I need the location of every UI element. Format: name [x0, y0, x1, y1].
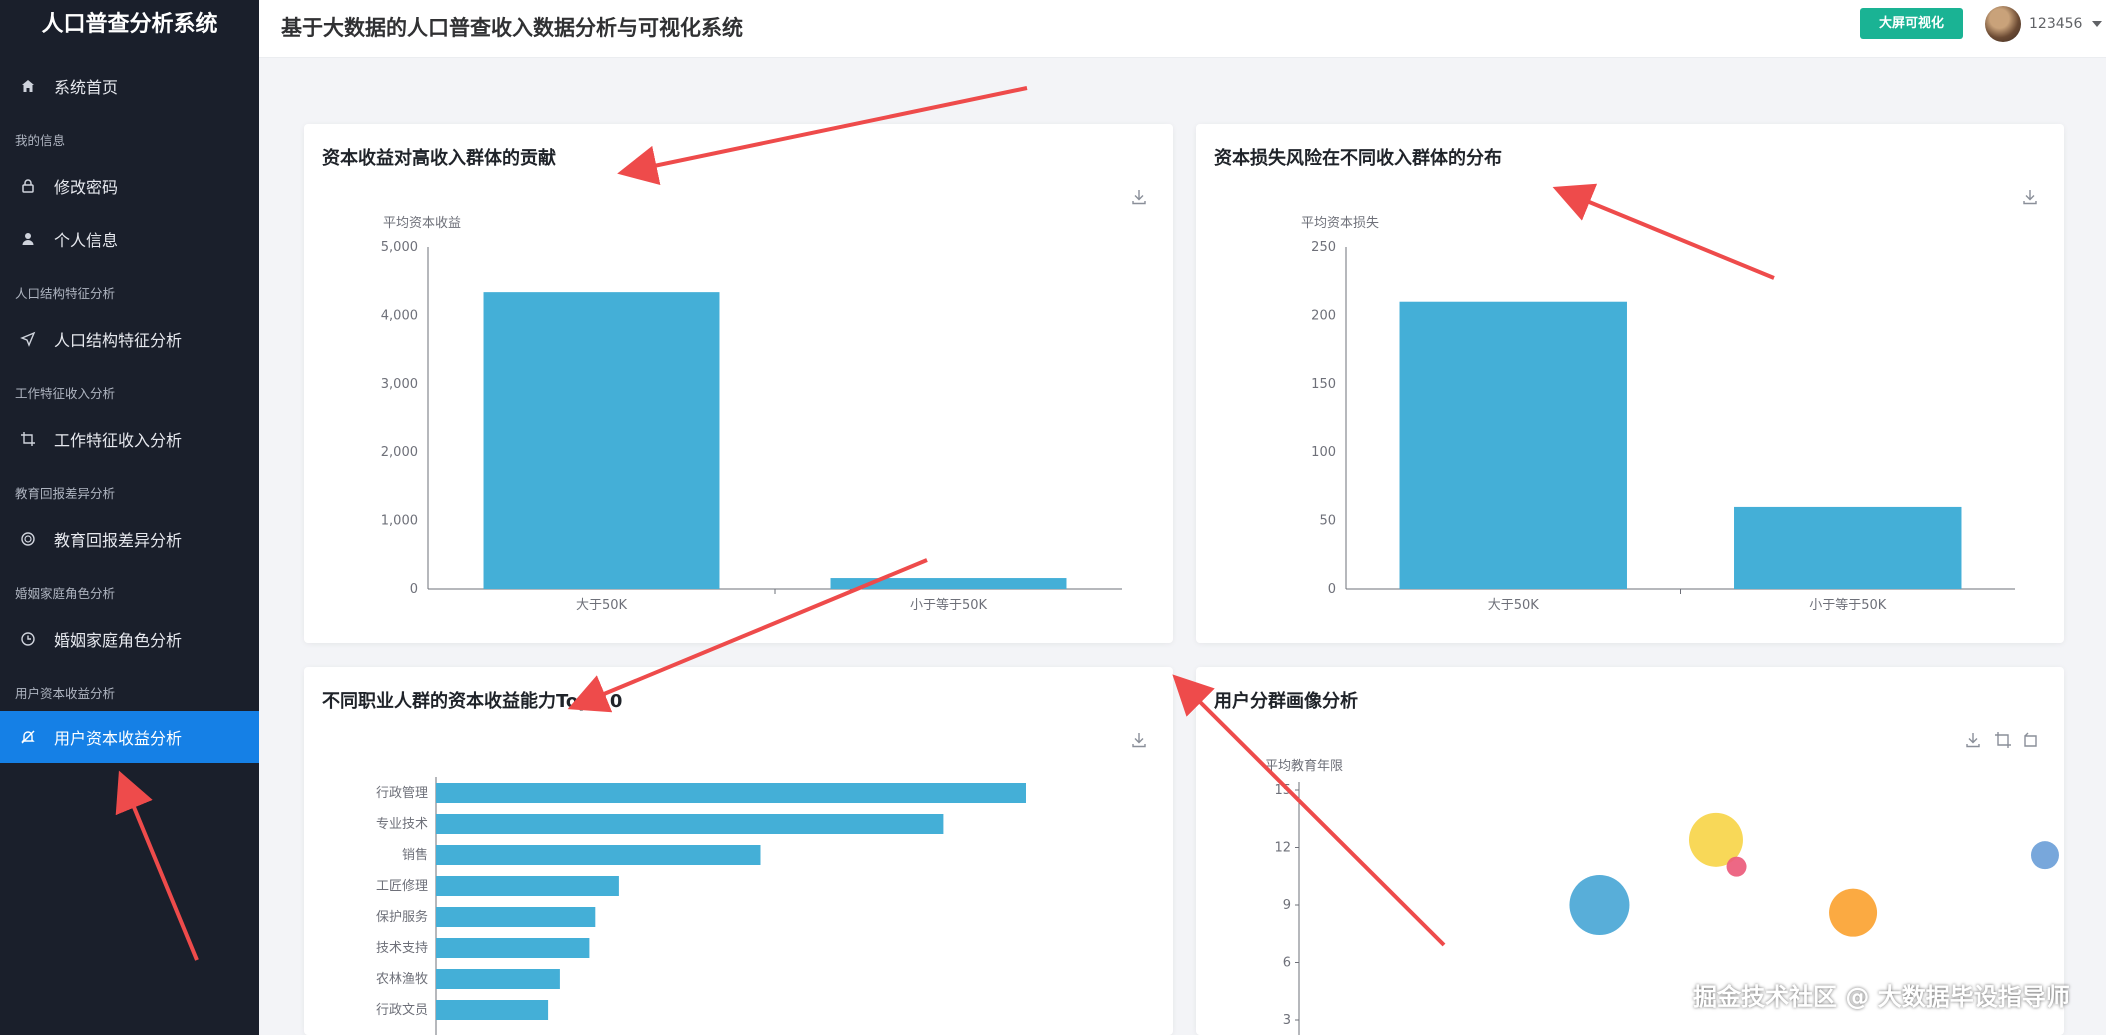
x-tick-label: 小于等于50K: [910, 597, 988, 613]
nav-group-label: 用户资本收益分析: [15, 686, 116, 701]
y-tick-label: 5,000: [381, 240, 418, 255]
sidebar-item-work-income[interactable]: 工作特征收入分析: [0, 413, 259, 465]
bar-chart-2: 平均资本损失 0 50 100 150 200 250 大于50K 小于等于50K: [1301, 216, 2015, 613]
y-tick-label: 3: [1283, 1013, 1291, 1028]
sidebar-item-education-return[interactable]: 教育回报差异分析: [0, 513, 259, 565]
sidebar-item-label: 人口结构特征分析: [54, 331, 183, 350]
big-screen-button[interactable]: 大屏可视化: [1860, 8, 1963, 39]
sidebar-item-label: 教育回报差异分析: [54, 531, 183, 550]
sidebar-item-label: 用户资本收益分析: [54, 729, 183, 748]
nav-group-label: 婚姻家庭角色分析: [15, 586, 116, 601]
user-icon: [18, 229, 38, 249]
scatter-point: [2030, 841, 2059, 870]
y-tick-label: 1,000: [381, 514, 418, 529]
y-tick-label: 行政管理: [376, 786, 428, 801]
y-tick-label: 50: [1319, 514, 1336, 529]
y-tick-label: 0: [410, 582, 418, 597]
bar: [436, 907, 596, 927]
nav-group-label: 工作特征收入分析: [15, 386, 116, 401]
x-tick-label: 大于50K: [1488, 598, 1540, 613]
globe-icon: [18, 529, 38, 549]
sidebar-item-label: 婚姻家庭角色分析: [54, 631, 183, 650]
sidebar-item-profile[interactable]: 个人信息: [0, 213, 259, 265]
nav-group-label: 我的信息: [15, 133, 66, 148]
x-tick-label: 小于等于50K: [1809, 597, 1887, 613]
sidebar-item-home[interactable]: 系统首页: [0, 60, 259, 112]
sidebar-item-population-structure[interactable]: 人口结构特征分析: [0, 313, 259, 365]
bar: [436, 969, 560, 989]
sidebar-item-label: 工作特征收入分析: [54, 431, 183, 450]
bar: [436, 845, 761, 865]
avatar[interactable]: [1985, 6, 2021, 42]
nav-group-label: 人口结构特征分析: [15, 286, 116, 301]
bar: [1399, 301, 1627, 589]
chart-card-occupation-top10: 不同职业人群的资本收益能力Top 10 行政管理 专业技术 销售 工匠修理 保护服务 技术…: [304, 667, 1173, 1035]
chevron-down-icon[interactable]: [2092, 21, 2102, 27]
y-tick-label: 200: [1311, 308, 1336, 323]
bar: [436, 876, 619, 896]
sidebar-item-label: 个人信息: [54, 231, 119, 250]
sidebar-item-change-password[interactable]: 修改密码: [0, 160, 259, 212]
username-label[interactable]: 123456: [2029, 16, 2082, 32]
x-tick-label: 大于50K: [576, 598, 628, 613]
scatter-point: [1726, 856, 1747, 877]
bar: [436, 1000, 549, 1020]
top-header: 基于大数据的人口普查收入数据分析与可视化系统 大屏可视化 123456: [259, 0, 2106, 58]
y-tick-label: 保护服务: [376, 909, 428, 925]
y-tick-label: 技术支持: [376, 941, 428, 956]
sidebar-item-marriage-family[interactable]: 婚姻家庭角色分析: [0, 613, 259, 665]
page-title: 基于大数据的人口普查收入数据分析与可视化系统: [281, 16, 743, 40]
y-axis-label: 平均教育年限: [1265, 758, 1343, 774]
y-tick-label: 销售: [402, 847, 428, 863]
nav-group-label: 教育回报差异分析: [15, 486, 116, 501]
bell-off-icon: [18, 727, 38, 747]
scatter-point: [1829, 888, 1878, 937]
watermark-text: 掘金技术社区 @ 大数据毕设指导师: [1693, 983, 2070, 1011]
y-tick-label: 2,000: [381, 445, 418, 460]
y-axis-label: 平均资本收益: [383, 216, 461, 231]
y-tick-label: 专业技术: [376, 817, 428, 832]
sidebar-item-capital-gain[interactable]: 用户资本收益分析: [0, 711, 259, 763]
y-tick-label: 3,000: [381, 377, 418, 392]
scatter-point: [1569, 875, 1630, 935]
bar: [483, 292, 720, 589]
y-tick-label: 9: [1283, 898, 1291, 913]
y-tick-label: 4,000: [381, 308, 418, 323]
lock-icon: [18, 176, 38, 196]
y-tick-label: 6: [1283, 956, 1291, 971]
sidebar-item-label: 系统首页: [54, 78, 119, 97]
chart-card-capital-loss-distribution: 资本损失风险在不同收入群体的分布 平均资本损失 0 50 100 150 200 250 大于…: [1196, 124, 2064, 643]
sidebar: 人口普查分析系统 系统首页 我的信息 修改密码 个人信息 人口结构特征分析 人口…: [0, 0, 259, 1035]
bar: [830, 578, 1067, 589]
chart-card-capital-gain-contribution: 资本收益对高收入群体的贡献 平均资本收益 0 1,000 2,000 3,000 4,00…: [304, 124, 1173, 643]
y-tick-label: 15: [1274, 783, 1291, 798]
send-icon: [18, 329, 38, 349]
bar: [436, 814, 944, 834]
clock-icon: [18, 629, 38, 649]
y-tick-label: 150: [1311, 377, 1336, 392]
y-tick-label: 工匠修理: [376, 879, 428, 894]
sidebar-item-label: 修改密码: [54, 178, 119, 197]
y-tick-label: 100: [1311, 445, 1336, 460]
y-axis-label: 平均资本损失: [1301, 216, 1379, 231]
bar-chart-1: 平均资本收益 0 1,000 2,000 3,000 4,000 5,000 大于50K 小于等…: [381, 216, 1122, 613]
hbar-chart-3: 行政管理专业技术销售工匠修理保护服务技术支持农林渔牧行政文员: [376, 777, 1026, 1035]
bar: [1734, 506, 1962, 589]
crop-icon: [18, 429, 38, 449]
bar: [436, 783, 1026, 803]
y-tick-label: 12: [1274, 841, 1291, 856]
y-tick-label: 0: [1328, 582, 1336, 597]
y-tick-label: 行政文员: [376, 1003, 428, 1018]
y-tick-label: 250: [1311, 240, 1336, 255]
brand-title: 人口普查分析系统: [41, 12, 218, 37]
bar: [436, 938, 590, 958]
home-icon: [18, 76, 38, 96]
y-tick-label: 农林渔牧: [376, 972, 428, 987]
